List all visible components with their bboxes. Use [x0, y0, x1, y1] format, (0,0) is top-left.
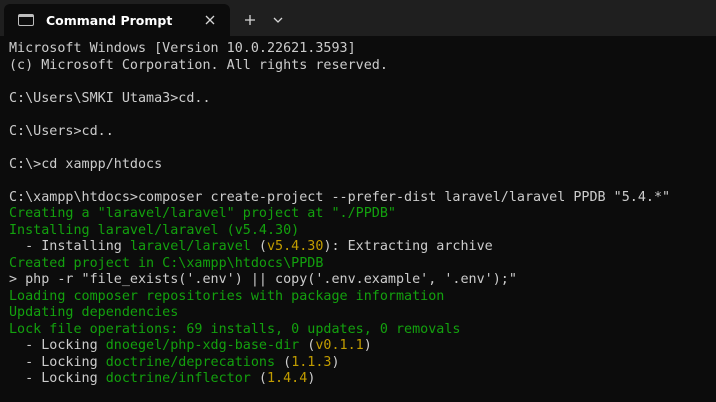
terminal-text: laravel/laravel: [129, 239, 251, 254]
terminal-text: ): [363, 338, 372, 353]
terminal-text: doctrine/deprecations: [105, 354, 276, 370]
terminal-text: ): [307, 371, 316, 386]
terminal-text: Loading composer repositories with packa…: [9, 288, 445, 304]
terminal-text: - Locking: [9, 338, 106, 353]
terminal-text: ): [331, 354, 340, 370]
terminal-line: > php -r "file_exists('.env') || copy('.…: [9, 272, 716, 289]
terminal-line: C:\Users>cd..: [9, 124, 716, 141]
terminal-text: (: [250, 371, 267, 386]
terminal-text: v0.1.1: [315, 338, 364, 353]
terminal-text: Updating dependencies: [9, 305, 179, 320]
terminal-text: (: [275, 354, 292, 370]
terminal-line: C:\xampp\htdocs>composer create-project …: [9, 190, 716, 207]
terminal-line: Microsoft Windows [Version 10.0.22621.35…: [9, 41, 716, 58]
terminal-line: (c) Microsoft Corporation. All rights re…: [9, 58, 716, 75]
terminal-text: Lock file operations: 69 installs, 0 upd…: [9, 321, 461, 337]
terminal-line: - Installing laravel/laravel (v5.4.30): …: [9, 239, 716, 256]
terminal-text: > php -r "file_exists('.env') || copy('.…: [9, 272, 517, 287]
terminal-output[interactable]: Microsoft Windows [Version 10.0.22621.35…: [0, 36, 716, 402]
tab-title: Command Prompt: [46, 12, 173, 28]
terminal-text: Created project in C:\xampp\htdocs\PPDB: [9, 255, 324, 271]
terminal-line: - Locking dnoegel/php-xdg-base-dir (v0.1…: [9, 338, 716, 355]
terminal-text: C:\Users>cd..: [9, 123, 114, 139]
terminal-line: Installing laravel/laravel (v5.4.30): [9, 223, 716, 240]
terminal-text: C:\Users\SMKI Utama3>cd..: [9, 90, 211, 106]
close-icon: [205, 15, 215, 25]
terminal-text: (: [299, 338, 316, 353]
terminal-text: (: [250, 239, 267, 254]
close-tab-button[interactable]: [200, 10, 220, 30]
new-tab-button[interactable]: [234, 4, 266, 36]
terminal-line: Loading composer repositories with packa…: [9, 289, 716, 306]
terminal-text: Creating a "laravel/laravel" project at …: [9, 206, 396, 221]
terminal-text: - Installing: [9, 239, 130, 254]
terminal-line: Lock file operations: 69 installs, 0 upd…: [9, 322, 716, 339]
title-bar: Command Prompt: [0, 0, 716, 36]
terminal-line: Updating dependencies: [9, 305, 716, 322]
terminal-line: C:\>cd xampp/htdocs: [9, 157, 716, 174]
plus-icon: [245, 15, 255, 25]
command-prompt-window: Command Prompt Microsoft Windows [Versio…: [0, 0, 716, 402]
terminal-text: v5.4.30: [267, 239, 324, 254]
terminal-text: - Locking: [9, 354, 106, 370]
terminal-text: ): Extracting archive: [323, 239, 493, 254]
terminal-text: - Locking: [9, 371, 106, 386]
terminal-text: dnoegel/php-xdg-base-dir: [105, 338, 300, 353]
terminal-text: (c) Microsoft Corporation. All rights re…: [9, 57, 388, 73]
terminal-line: - Locking doctrine/deprecations (1.1.3): [9, 355, 716, 372]
terminal-line: - Locking doctrine/inflector (1.4.4): [9, 371, 716, 388]
terminal-line: Creating a "laravel/laravel" project at …: [9, 206, 716, 223]
console-icon: [18, 14, 34, 26]
terminal-text: doctrine/inflector: [105, 371, 251, 386]
tab-dropdown-button[interactable]: [266, 4, 290, 36]
chevron-down-icon: [273, 17, 283, 23]
terminal-text: Microsoft Windows [Version 10.0.22621.35…: [9, 41, 356, 56]
tab-command-prompt[interactable]: Command Prompt: [4, 4, 230, 36]
terminal-text: Installing laravel/laravel (v5.4.30): [9, 222, 300, 238]
terminal-text: 1.4.4: [267, 371, 308, 386]
terminal-line: Created project in C:\xampp\htdocs\PPDB: [9, 256, 716, 273]
terminal-text: C:\>cd xampp/htdocs: [9, 156, 163, 172]
terminal-text: C:\xampp\htdocs>composer create-project …: [9, 189, 671, 205]
terminal-text: 1.1.3: [291, 354, 332, 370]
terminal-line: C:\Users\SMKI Utama3>cd..: [9, 91, 716, 108]
